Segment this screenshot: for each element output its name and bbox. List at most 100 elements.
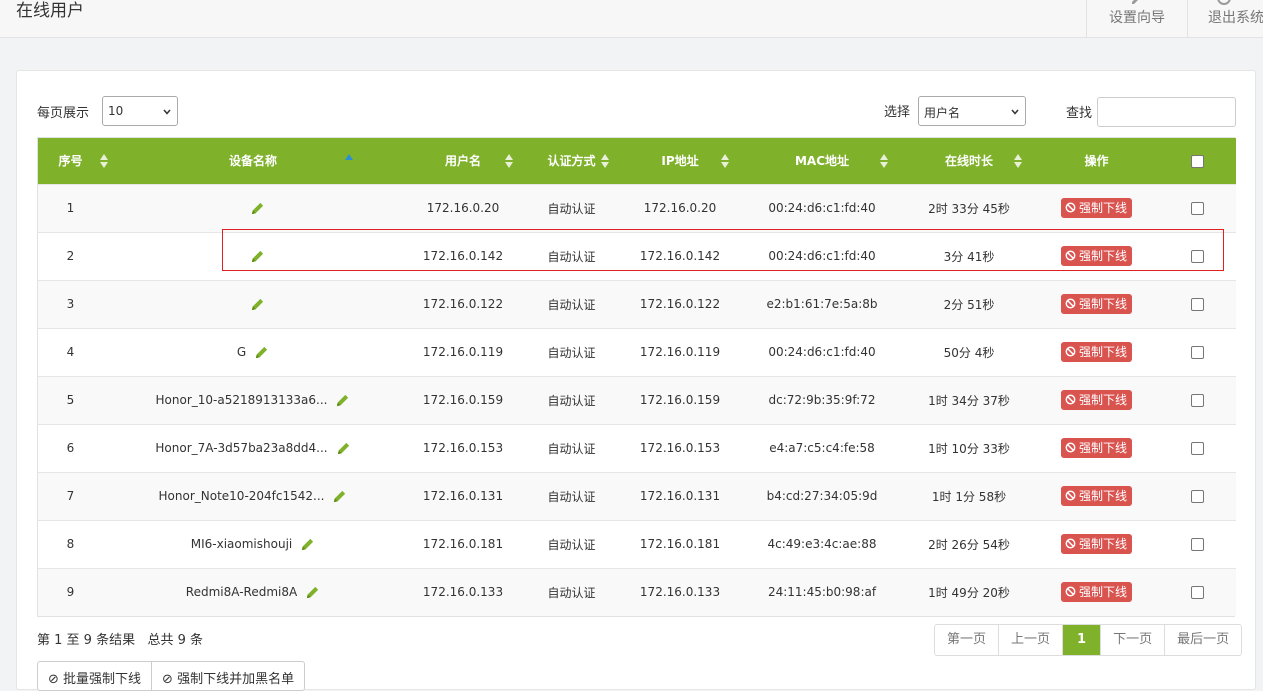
- select-all-checkbox[interactable]: [1191, 154, 1204, 168]
- cell-select: [1159, 184, 1236, 232]
- force-offline-label: 强制下线: [1078, 537, 1127, 551]
- row-checkbox[interactable]: [1191, 346, 1204, 359]
- col-header-no[interactable]: 序号: [38, 138, 108, 184]
- search-label: 查找: [1066, 106, 1093, 121]
- cell-username: 172.16.0.133: [422, 585, 504, 600]
- table-header: 序号 设备名称 用户名 认证方式 IP地址 MAC地址 在线时长 操作: [38, 138, 1236, 184]
- pager-next[interactable]: 下一页: [1100, 625, 1164, 655]
- cell-mac: e4:a7:c5:c4:fe:58: [769, 441, 875, 455]
- cell-mac: e2:b1:61:7e:5a:8b: [766, 297, 878, 311]
- cell-device: [103, 280, 403, 328]
- force-offline-button[interactable]: 强制下线: [1060, 486, 1132, 506]
- per-page-select[interactable]: 10: [102, 96, 178, 126]
- table-row: 6 Honor_7A-3d57ba23a8dd4... 172.16.0.153 自动…: [38, 424, 1236, 472]
- pager-first[interactable]: 第一页: [935, 625, 998, 655]
- search-field-select[interactable]: 用户名: [918, 96, 1026, 126]
- cell-ip: 172.16.0.131: [639, 489, 721, 503]
- edit-pencil-icon[interactable]: [305, 585, 320, 600]
- pager-current[interactable]: 1: [1062, 625, 1101, 655]
- cell-duration: 2时 26分 54秒: [928, 537, 1010, 552]
- edit-pencil-icon[interactable]: [250, 297, 265, 312]
- col-header-duration[interactable]: 在线时长: [904, 138, 1034, 184]
- cell-duration: 3分 41秒: [943, 249, 995, 264]
- col-header-auth[interactable]: 认证方式: [523, 138, 620, 184]
- row-checkbox[interactable]: [1191, 298, 1204, 311]
- search-field-value: 用户名: [924, 106, 961, 120]
- power-icon: [1217, 0, 1231, 5]
- per-page-value: 10: [108, 104, 124, 118]
- cell-mac: 4c:49:e3:4c:ae:88: [767, 537, 877, 551]
- chevron-down-icon: [163, 109, 171, 115]
- row-checkbox[interactable]: [1191, 490, 1204, 503]
- edit-pencil-icon[interactable]: [254, 345, 269, 360]
- force-offline-button[interactable]: 强制下线: [1060, 582, 1132, 603]
- cell-duration: 1时 1分 58秒: [931, 489, 1007, 504]
- force-offline-button[interactable]: 强制下线: [1060, 198, 1132, 218]
- col-header-mac[interactable]: MAC地址: [740, 138, 904, 184]
- edit-pencil-icon[interactable]: [300, 537, 315, 552]
- search-input[interactable]: [1097, 97, 1236, 127]
- force-offline-button[interactable]: 强制下线: [1060, 534, 1132, 554]
- force-offline-label: 强制下线: [1078, 249, 1127, 263]
- exit-system-button[interactable]: 退出系统: [1187, 0, 1263, 38]
- per-page-label: 每页展示: [37, 106, 90, 121]
- edit-pencil-icon[interactable]: [332, 489, 347, 504]
- row-checkbox[interactable]: [1191, 586, 1204, 600]
- col-header-username[interactable]: 用户名: [403, 138, 523, 184]
- edit-pencil-icon[interactable]: [336, 441, 351, 456]
- col-header-ip[interactable]: IP地址: [620, 138, 740, 184]
- sort-icon: [505, 154, 513, 168]
- force-offline-button[interactable]: 强制下线: [1060, 294, 1132, 314]
- device-name: G: [236, 344, 247, 359]
- cell-duration: 50分 4秒: [943, 345, 995, 360]
- ban-icon: [1065, 298, 1076, 309]
- device-name: Redmi8A-Redmi8A: [185, 584, 298, 599]
- table-row: 7 Honor_Note10-204fc1542... 172.16.0.131 自动…: [38, 472, 1236, 520]
- ban-icon: [1065, 490, 1076, 501]
- edit-pencil-icon[interactable]: [250, 201, 265, 216]
- force-offline-button[interactable]: 强制下线: [1060, 342, 1132, 362]
- cell-duration: 1时 49分 20秒: [928, 585, 1010, 600]
- setup-wizard-button[interactable]: 设置向导: [1086, 0, 1187, 38]
- row-checkbox[interactable]: [1191, 394, 1204, 407]
- force-offline-button[interactable]: 强制下线: [1060, 390, 1132, 410]
- sort-icon: [1014, 154, 1022, 168]
- row-checkbox[interactable]: [1191, 538, 1204, 551]
- ban-icon: [1065, 586, 1076, 597]
- col-header-action: 操作: [1084, 154, 1109, 169]
- cell-auth: 自动认证: [547, 393, 596, 408]
- sort-icon: [721, 154, 729, 168]
- force-offline-label: 强制下线: [1078, 441, 1127, 455]
- exit-system-label: 退出系统: [1208, 10, 1263, 26]
- edit-pencil-icon[interactable]: [250, 249, 265, 264]
- cell-auth: 自动认证: [547, 537, 596, 552]
- force-offline-label: 强制下线: [1078, 585, 1127, 600]
- row-checkbox[interactable]: [1191, 202, 1204, 215]
- pager-prev[interactable]: 上一页: [998, 625, 1062, 655]
- cell-ip: 172.16.0.20: [643, 201, 717, 215]
- force-offline-button[interactable]: 强制下线: [1060, 246, 1132, 266]
- col-header-select-all[interactable]: [1159, 138, 1236, 184]
- cell-action: 强制下线: [1034, 376, 1159, 424]
- edit-pencil-icon[interactable]: [335, 393, 350, 408]
- cell-username: 172.16.0.159: [422, 393, 504, 407]
- cell-auth: 自动认证: [547, 249, 596, 264]
- pager-last[interactable]: 最后一页: [1164, 625, 1241, 655]
- col-header-device[interactable]: 设备名称: [103, 138, 403, 184]
- force-offline-button[interactable]: 强制下线: [1060, 438, 1132, 458]
- cell-ip: 172.16.0.159: [639, 393, 721, 407]
- cell-auth: 自动认证: [547, 345, 596, 360]
- cell-auth: 自动认证: [547, 585, 596, 600]
- cell-auth: 自动认证: [547, 441, 596, 456]
- kick-and-block-button[interactable]: ⊘ 强制下线并加黑名单: [151, 661, 306, 691]
- cell-username: 172.16.0.153: [422, 441, 504, 455]
- sort-asc-icon: [345, 154, 353, 160]
- cell-no: 5: [66, 393, 75, 407]
- row-checkbox[interactable]: [1191, 250, 1204, 263]
- batch-kick-button[interactable]: ⊘ 批量强制下线: [37, 661, 153, 691]
- cell-action: 强制下线: [1034, 184, 1159, 232]
- cell-username: 172.16.0.181: [422, 537, 504, 551]
- row-checkbox[interactable]: [1191, 442, 1204, 455]
- force-offline-label: 强制下线: [1078, 201, 1127, 215]
- sort-icon: [601, 154, 609, 168]
